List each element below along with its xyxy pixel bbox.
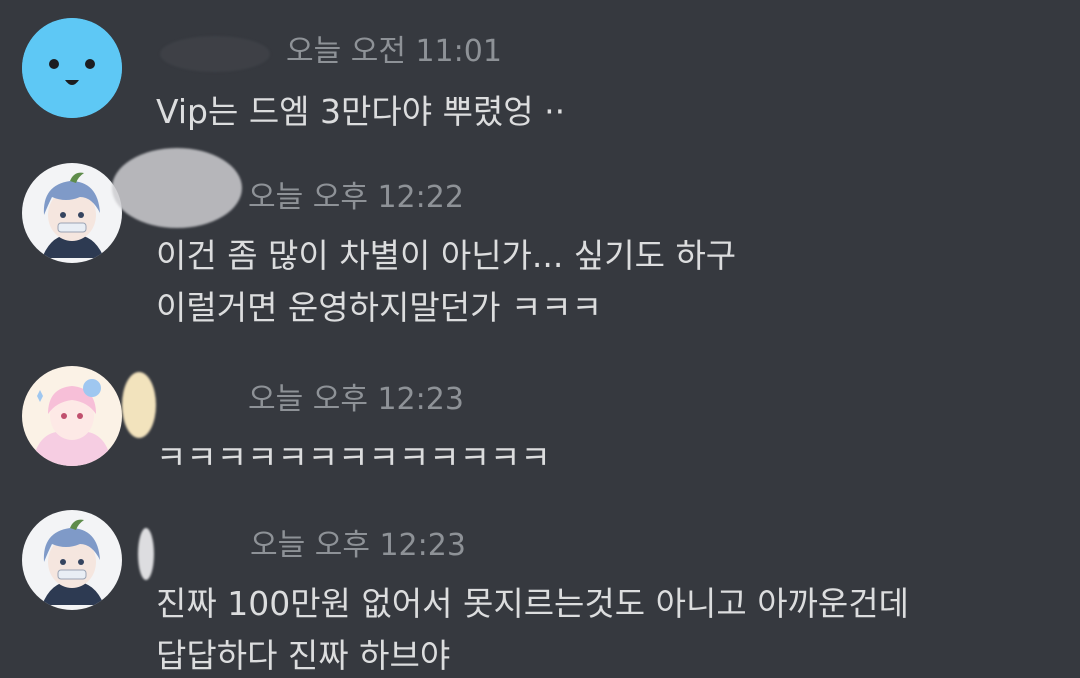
blue-hair-character-icon (22, 510, 122, 610)
username-redacted[interactable] (138, 528, 154, 580)
user-avatar[interactable] (22, 18, 122, 118)
username-redacted[interactable] (122, 372, 156, 438)
message-timestamp: 오늘 오전 11:01 (286, 34, 502, 69)
user-avatar[interactable] (22, 366, 122, 466)
chat-message-list: 오늘 오전 11:01 Vip는 드엠 3만다야 뿌렸엉 ·· 오늘 오후 12… (0, 0, 1080, 678)
message-text: 이건 좀 많이 차별이 아닌가... 싶기도 하구 (156, 236, 737, 275)
message-timestamp: 오늘 오후 12:23 (250, 528, 466, 563)
smiley-face-icon (22, 18, 122, 118)
message-timestamp: 오늘 오후 12:23 (248, 382, 464, 417)
pink-character-icon (22, 366, 122, 466)
user-avatar[interactable] (22, 510, 122, 610)
message-text: Vip는 드엠 3만다야 뿌렸엉 ·· (156, 92, 566, 131)
message-timestamp: 오늘 오후 12:22 (248, 180, 464, 215)
message-text: ㅋㅋㅋㅋㅋㅋㅋㅋㅋㅋㅋㅋㅋ (156, 438, 551, 477)
username-redacted[interactable] (112, 148, 242, 228)
message-text: 이럴거면 운영하지말던가 ㅋㅋㅋ (156, 288, 603, 327)
user-avatar[interactable] (22, 163, 122, 263)
message-text: 진짜 100만원 없어서 못지르는것도 아니고 아까운건데 (156, 584, 909, 623)
username-redacted[interactable] (160, 36, 270, 72)
message-text: 답답하다 진짜 하브야 (156, 636, 451, 675)
blue-hair-character-icon (22, 163, 122, 263)
